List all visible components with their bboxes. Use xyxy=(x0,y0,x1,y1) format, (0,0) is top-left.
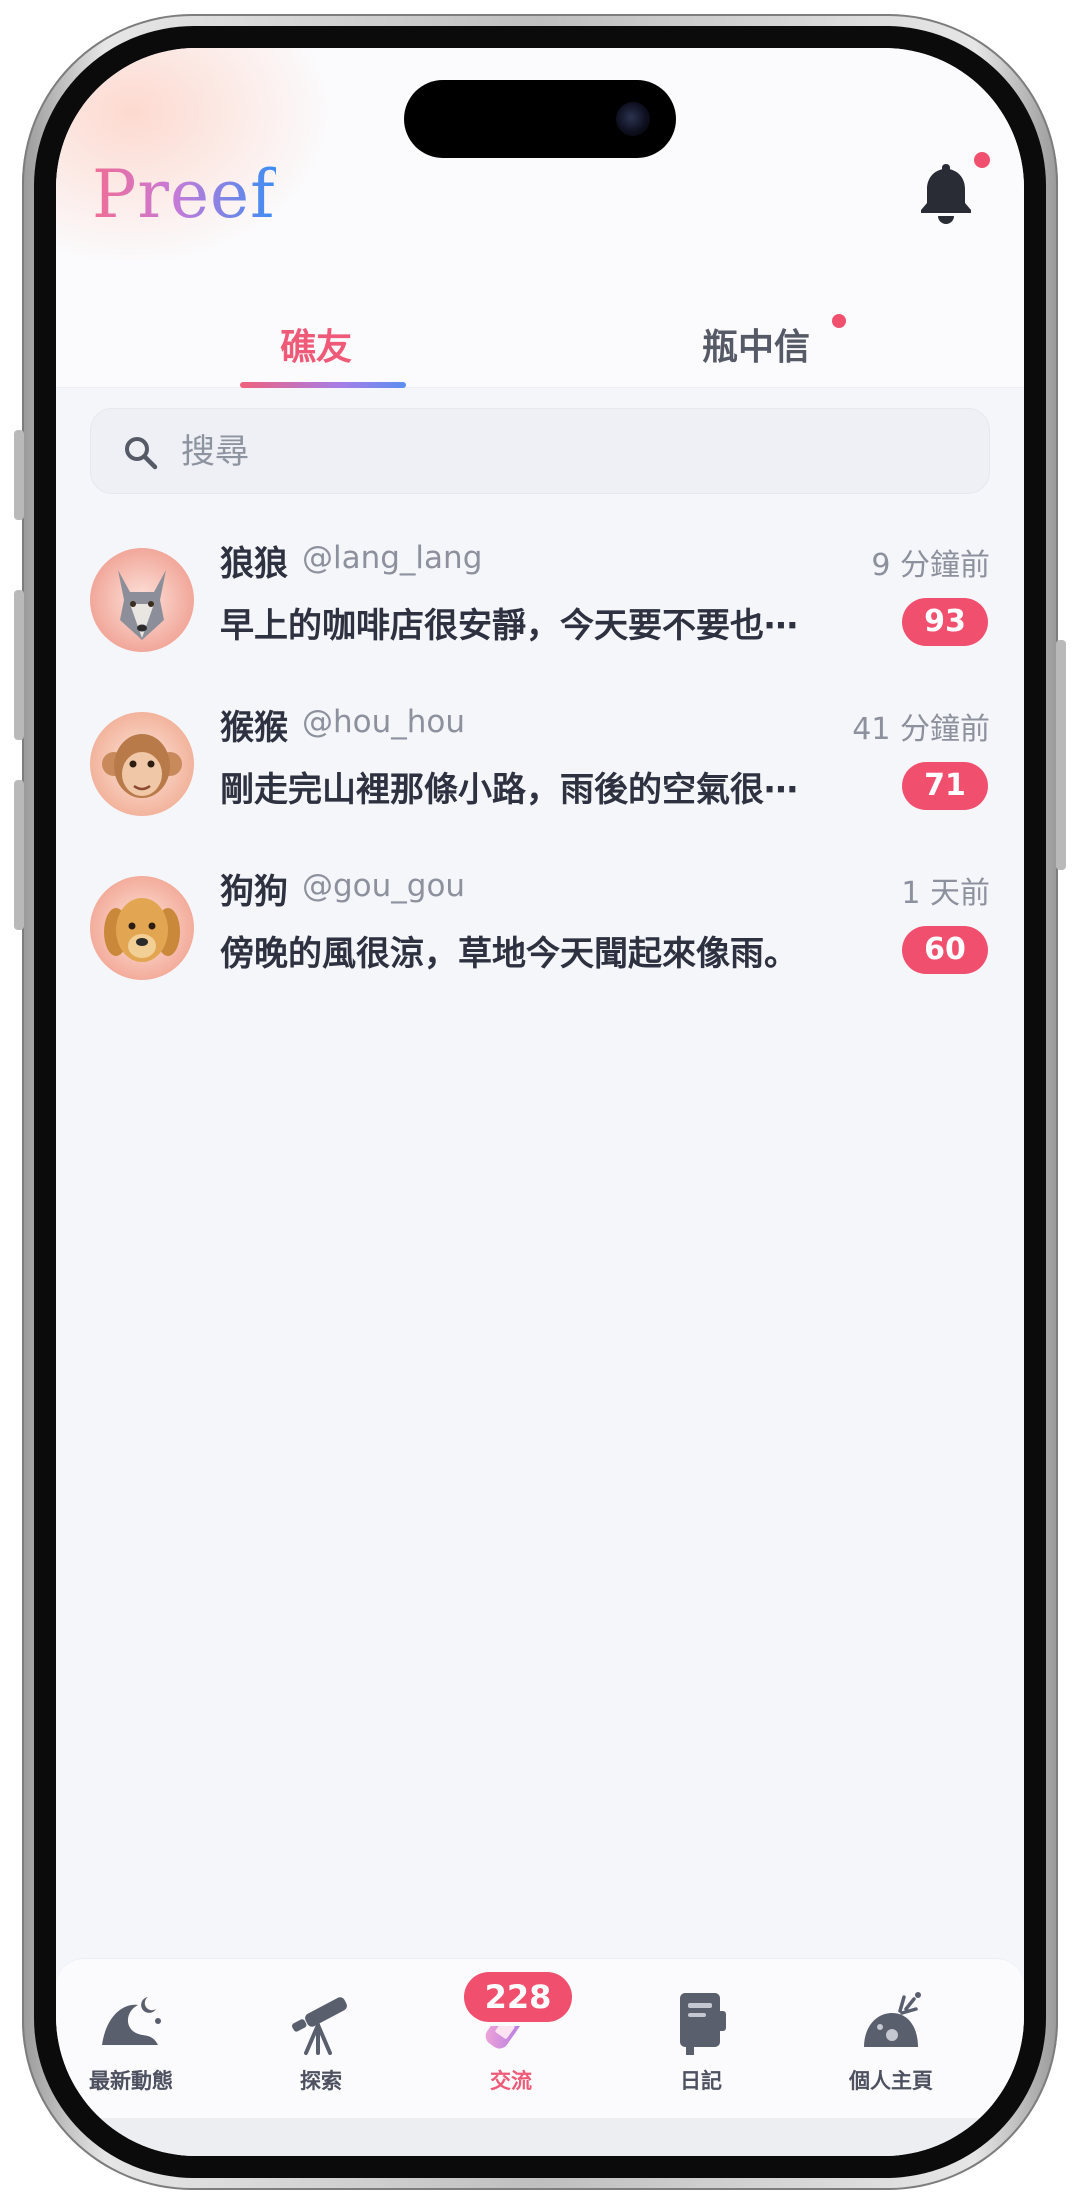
action-button xyxy=(14,430,24,520)
wolf-avatar xyxy=(90,548,194,652)
bell-icon[interactable] xyxy=(916,158,976,228)
message-preview: 剛走完山裡那條小路，雨後的空氣很⋯ xyxy=(220,770,798,810)
monkey-avatar xyxy=(90,712,194,816)
wave-moon-icon xyxy=(96,1987,166,2057)
search-icon xyxy=(121,433,161,473)
messages-badge: 228 xyxy=(464,1972,572,2022)
tab-friends[interactable]: 礁友 xyxy=(280,318,352,370)
notification-dot xyxy=(974,152,990,168)
message-time: 41 分鐘前 xyxy=(852,712,990,747)
chat-row[interactable]: 猴猴 @hou_hou 41 分鐘前 剛走完山裡那條小路，雨後的空氣很⋯ 71 xyxy=(90,700,990,840)
chat-row[interactable]: 狗狗 @gou_gou 1 天前 傍晚的風很涼，草地今天聞起來像雨。 60 xyxy=(90,864,990,1004)
power-button xyxy=(1056,640,1066,870)
search-bar[interactable] xyxy=(90,408,990,494)
contact-handle: @gou_gou xyxy=(302,868,466,904)
nav-label: 交流 xyxy=(490,2069,532,2093)
search-input[interactable] xyxy=(181,429,941,475)
telescope-icon xyxy=(286,1987,356,2057)
volume-down-button xyxy=(14,780,24,930)
message-preview: 傍晚的風很涼，草地今天聞起來像雨。 xyxy=(220,934,798,974)
nav-item-feed[interactable]: 最新動態 xyxy=(56,1987,206,2097)
dog-avatar xyxy=(90,876,194,980)
tab-bottle-letters[interactable]: 瓶中信 xyxy=(702,318,810,370)
contact-handle: @lang_lang xyxy=(302,540,483,576)
coral-home-icon xyxy=(856,1987,926,2057)
nav-label: 日記 xyxy=(680,2069,722,2093)
dynamic-island xyxy=(404,80,676,158)
tab-unread-dot xyxy=(832,314,846,328)
active-tab-underline xyxy=(240,382,406,388)
nav-label: 探索 xyxy=(300,2069,342,2093)
nav-item-profile[interactable]: 個人主頁 xyxy=(816,1987,966,2097)
contact-name: 狗狗 xyxy=(220,872,288,912)
message-time: 9 分鐘前 xyxy=(871,548,990,583)
contact-handle: @hou_hou xyxy=(302,704,466,740)
contact-name: 狼狼 xyxy=(220,544,288,584)
unread-badge: 60 xyxy=(902,926,988,974)
diary-book-icon xyxy=(666,1987,736,2057)
nav-label: 個人主頁 xyxy=(849,2069,933,2093)
unread-badge: 93 xyxy=(902,598,988,646)
volume-up-button xyxy=(14,590,24,740)
app-screen: Preef 礁友 瓶中信 搜尋 狼狼 @lang_lang 9 分鐘前 早上的咖… xyxy=(56,48,1024,2156)
message-time: 1 天前 xyxy=(901,876,990,911)
app-logo: Preef xyxy=(92,156,276,233)
tab-bar: 礁友 瓶中信 xyxy=(56,288,1024,388)
unread-badge: 71 xyxy=(902,762,988,810)
chat-row[interactable]: 狼狼 @lang_lang 9 分鐘前 早上的咖啡店很安靜，今天要不要也⋯ 93 xyxy=(90,536,990,676)
contact-name: 猴猴 xyxy=(220,708,288,748)
camera-icon xyxy=(616,102,650,136)
home-indicator-area xyxy=(56,2118,1024,2156)
nav-item-explore[interactable]: 探索 xyxy=(246,1987,396,2097)
message-preview: 早上的咖啡店很安靜，今天要不要也⋯ xyxy=(220,606,798,646)
nav-item-diary[interactable]: 日記 xyxy=(626,1987,776,2097)
nav-label: 最新動態 xyxy=(89,2069,173,2093)
